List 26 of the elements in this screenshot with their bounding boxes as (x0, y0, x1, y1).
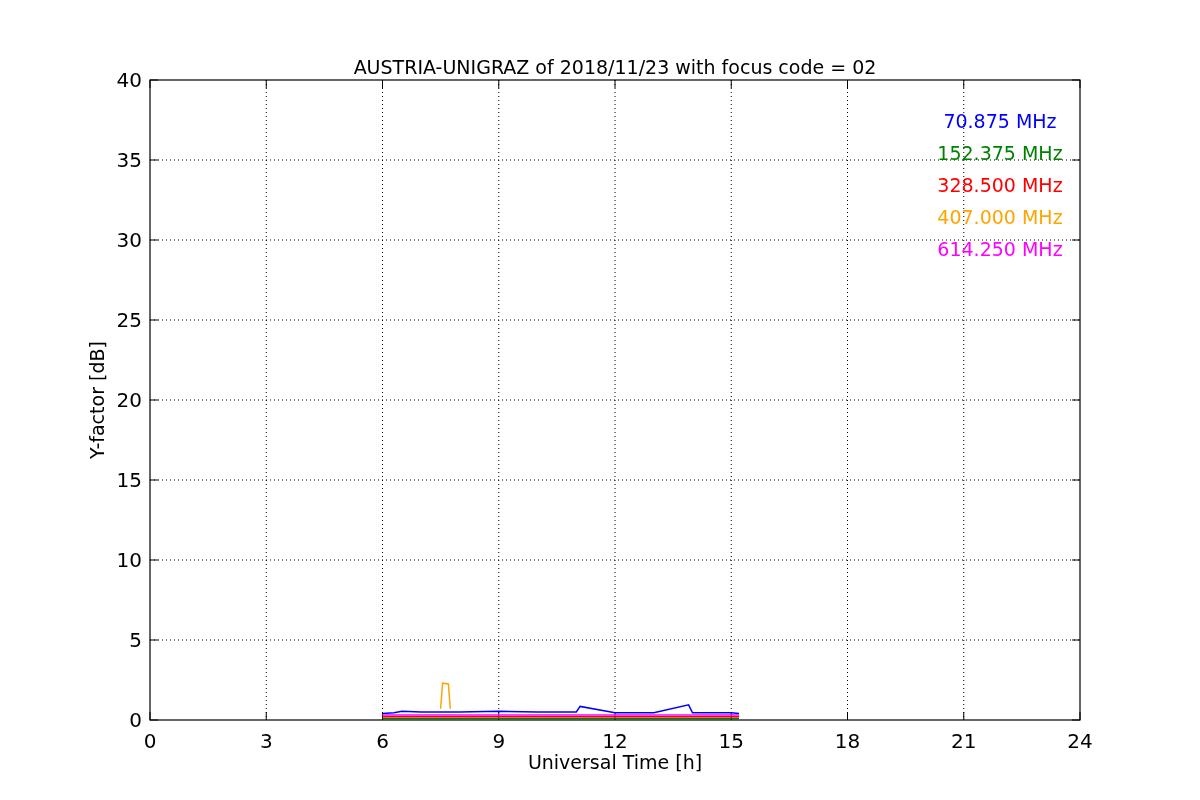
legend-label: 70.875 MHz (943, 110, 1057, 132)
x-tick-label: 9 (492, 729, 506, 753)
legend-label: 152.375 MHz (937, 142, 1063, 164)
y-tick-label: 25 (116, 308, 142, 332)
x-tick-label: 3 (259, 729, 273, 753)
x-tick-label: 6 (376, 729, 389, 753)
legend-label: 328.500 MHz (937, 174, 1063, 196)
x-tick-label: 21 (951, 729, 977, 753)
y-tick-label: 40 (116, 68, 142, 92)
x-tick-label: 15 (718, 729, 744, 753)
y-tick-label: 15 (116, 468, 142, 492)
x-tick-label: 0 (143, 729, 157, 753)
x-tick-label: 12 (602, 729, 628, 753)
y-tick-label: 30 (116, 228, 142, 252)
legend-label: 407.000 MHz (937, 206, 1063, 228)
x-tick-label: 24 (1067, 729, 1093, 753)
legend-label: 614.250 MHz (937, 238, 1063, 260)
chart-title: AUSTRIA-UNIGRAZ of 2018/11/23 with focus code = 02 (353, 56, 877, 78)
y-tick-label: 5 (129, 628, 142, 652)
y-tick-label: 35 (116, 148, 142, 172)
y-tick-label: 0 (129, 708, 142, 732)
y-axis-label: Y-factor [dB] (86, 341, 108, 459)
x-tick-label: 18 (834, 729, 861, 753)
y-tick-label: 10 (116, 548, 142, 572)
x-axis-label: Universal Time [h] (527, 751, 703, 773)
y-tick-label: 20 (116, 388, 142, 412)
